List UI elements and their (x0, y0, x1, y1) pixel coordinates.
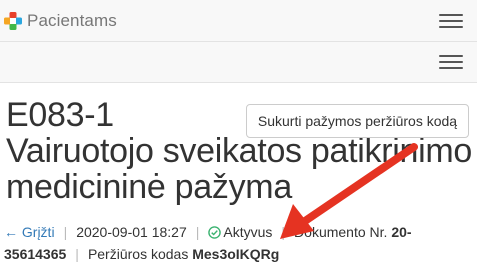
top-navbar: Pacientams (0, 0, 477, 42)
review-code-value: Mes3oIKQRg (192, 246, 280, 262)
document-number-part1: 20- (391, 224, 412, 240)
document-datetime: 2020-09-01 18:27 (76, 224, 187, 240)
document-title-line1: Vairuotojo sveikatos patikrinimo (6, 132, 472, 170)
separator: | (63, 224, 68, 240)
brand[interactable]: Pacientams (3, 10, 117, 32)
separator: | (75, 246, 79, 262)
review-code-label: Peržiūros kodas (87, 246, 189, 262)
status-text: Aktyvus (223, 224, 273, 240)
back-link[interactable]: ← Grįžti (4, 224, 55, 240)
hamburger-menu-icon[interactable] (439, 53, 465, 71)
medical-cross-logo (4, 12, 22, 30)
separator: | (281, 224, 286, 240)
document-number-label: Dokumento Nr. (294, 224, 388, 240)
document-title-line2: medicininė pažyma (6, 168, 292, 206)
brand-name: Pacientams (27, 11, 117, 30)
secondary-navbar (0, 42, 477, 83)
document-number-part2: 35614365 (4, 246, 67, 262)
document-meta: ← Grįžti | 2020-09-01 18:27 | Aktyvus | Dokume… (4, 221, 474, 265)
create-review-code-button[interactable]: Sukurti pažymos peržiūros kodą (246, 104, 469, 138)
separator: | (195, 224, 200, 240)
hamburger-menu-icon[interactable] (439, 12, 465, 30)
check-circle-icon (208, 226, 222, 239)
